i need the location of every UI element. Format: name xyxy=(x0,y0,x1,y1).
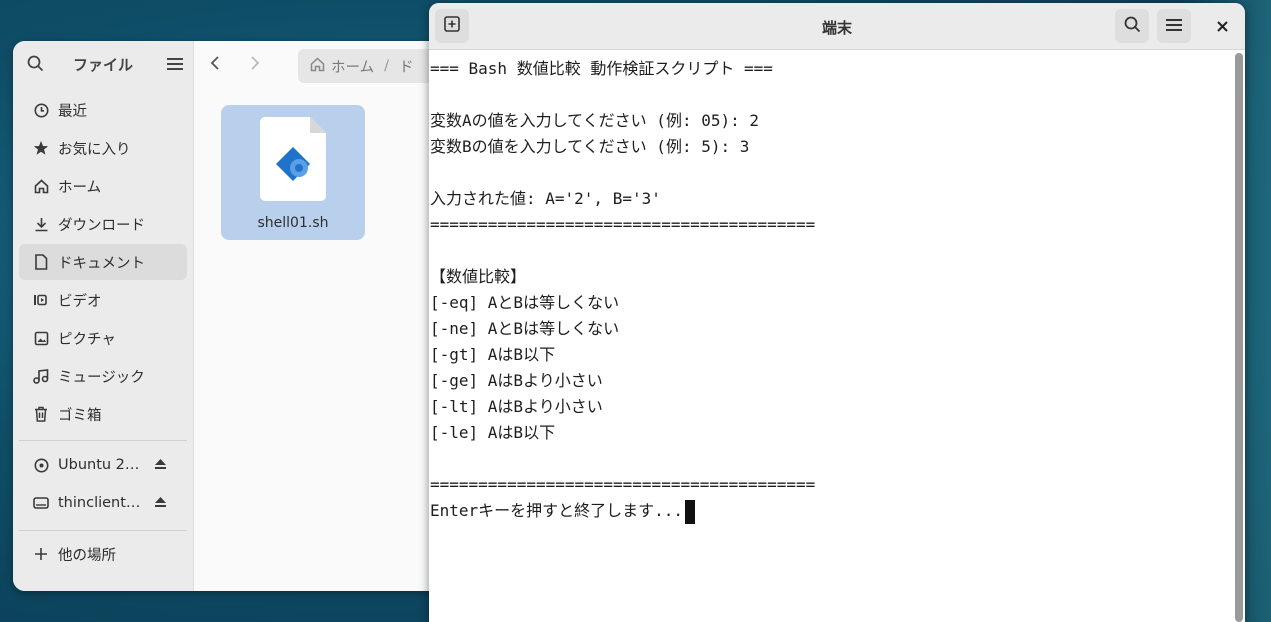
terminal-line-text: Enterキーを押すと終了します... xyxy=(430,501,684,520)
terminal-line: [-gt] AはB以下 xyxy=(430,345,556,364)
terminal-line: [-eq] AとBは等しくない xyxy=(430,293,620,312)
close-icon xyxy=(1216,16,1228,37)
picture-icon xyxy=(33,330,49,346)
clock-icon xyxy=(33,102,49,118)
search-button[interactable] xyxy=(1115,9,1149,43)
sidebar-item-label: ホーム xyxy=(58,179,102,196)
eject-icon[interactable] xyxy=(154,458,167,473)
text-cursor xyxy=(685,499,696,524)
path-segment-home[interactable]: ホーム xyxy=(331,56,374,77)
sidebar-item-label: 他の場所 xyxy=(58,547,116,564)
sidebar-item-recent[interactable]: 最近 xyxy=(19,92,187,128)
scrollbar[interactable] xyxy=(1235,53,1243,622)
close-button[interactable] xyxy=(1207,9,1237,43)
download-icon xyxy=(33,216,49,232)
disc-icon xyxy=(33,457,49,473)
file-name: shell01.sh xyxy=(257,215,329,231)
sidebar-item-documents[interactable]: ドキュメント xyxy=(19,244,187,280)
star-icon xyxy=(33,140,49,156)
video-icon xyxy=(33,292,49,308)
sidebar-item-other-locations[interactable]: 他の場所 xyxy=(19,536,187,572)
plus-icon xyxy=(33,546,49,562)
terminal-window: 端末 === Bash 数値比較 動作検証スクリプト === 変数Aの値を入力し… xyxy=(429,3,1245,622)
file-manager-window: ファイル 最近 お気に入り ホーム ダウンロード ドキュメント ビデオ ピクチャ… xyxy=(13,41,453,591)
sidebar-item-label: thinclient… xyxy=(58,495,141,511)
sidebar-item-label: ドキュメント xyxy=(58,255,145,272)
file-item[interactable]: shell01.sh xyxy=(221,105,365,240)
path-separator: / xyxy=(384,58,389,74)
sidebar-divider xyxy=(19,530,187,531)
sidebar-item-downloads[interactable]: ダウンロード xyxy=(19,206,187,242)
terminal-line: [-ge] AはBより小さい xyxy=(430,371,603,390)
terminal-header-bar: 端末 xyxy=(429,3,1245,50)
sidebar: ファイル 最近 お気に入り ホーム ダウンロード ドキュメント ビデオ ピクチャ… xyxy=(13,41,194,591)
sidebar-item-videos[interactable]: ビデオ xyxy=(19,282,187,318)
drive-icon xyxy=(33,495,49,511)
terminal-line: 変数Aの値を入力してください (例: 05): 2 xyxy=(430,111,760,130)
terminal-line: [-le] AはB以下 xyxy=(430,423,556,442)
sidebar-item-label: ダウンロード xyxy=(58,217,145,234)
terminal-line: 【数値比較】 xyxy=(430,267,527,286)
sidebar-item-favorites[interactable]: お気に入り xyxy=(19,130,187,166)
terminal-line: ======================================== xyxy=(430,215,816,234)
sidebar-item-label: ビデオ xyxy=(58,293,102,310)
sidebar-item-pictures[interactable]: ピクチャ xyxy=(19,320,187,356)
sidebar-item-music[interactable]: ミュージック xyxy=(19,358,187,394)
terminal-line: 変数Bの値を入力してください (例: 5): 3 xyxy=(430,137,750,156)
back-icon[interactable] xyxy=(210,55,220,76)
home-icon xyxy=(33,178,49,194)
terminal-output[interactable]: === Bash 数値比較 動作検証スクリプト === 変数Aの値を入力してくだ… xyxy=(429,50,1229,622)
sidebar-item-home[interactable]: ホーム xyxy=(19,168,187,204)
terminal-line: === Bash 数値比較 動作検証スクリプト === xyxy=(430,59,773,78)
path-segment-documents[interactable]: ド xyxy=(399,56,414,77)
document-icon xyxy=(33,254,49,270)
sidebar-item-label: 最近 xyxy=(58,103,87,120)
hamburger-menu-icon[interactable] xyxy=(167,56,183,75)
sidebar-item-ubuntu-disc[interactable]: Ubuntu 2… xyxy=(19,447,187,483)
terminal-line: 入力された値: A='2', B='3' xyxy=(430,189,661,208)
music-icon xyxy=(33,368,49,384)
sidebar-item-label: ピクチャ xyxy=(58,331,116,348)
terminal-line: ======================================== xyxy=(430,475,816,494)
terminal-line: [-ne] AとBは等しくない xyxy=(430,319,620,338)
sidebar-item-label: Ubuntu 2… xyxy=(58,457,140,473)
sidebar-item-label: ゴミ箱 xyxy=(58,407,102,424)
home-icon xyxy=(310,56,325,76)
sidebar-divider xyxy=(19,440,187,441)
sidebar-item-label: お気に入り xyxy=(58,141,131,158)
forward-icon[interactable] xyxy=(250,55,260,76)
files-main-view: ホーム / ド shell01.sh xyxy=(194,41,453,591)
menu-button[interactable] xyxy=(1157,9,1191,43)
sidebar-item-trash[interactable]: ゴミ箱 xyxy=(19,396,187,432)
sidebar-item-label: ミュージック xyxy=(58,369,145,386)
hamburger-menu-icon xyxy=(1166,17,1182,36)
sidebar-header: ファイル xyxy=(13,41,193,87)
sidebar-title: ファイル xyxy=(72,55,133,74)
shell-script-file-icon xyxy=(260,117,326,201)
sidebar-item-thinclient-drive[interactable]: thinclient… xyxy=(19,485,187,521)
eject-icon[interactable] xyxy=(154,496,167,511)
terminal-prompt-line: Enterキーを押すと終了します... xyxy=(430,498,696,524)
search-icon xyxy=(1124,16,1141,37)
terminal-line: [-lt] AはBより小さい xyxy=(430,397,603,416)
trash-icon xyxy=(33,406,49,422)
